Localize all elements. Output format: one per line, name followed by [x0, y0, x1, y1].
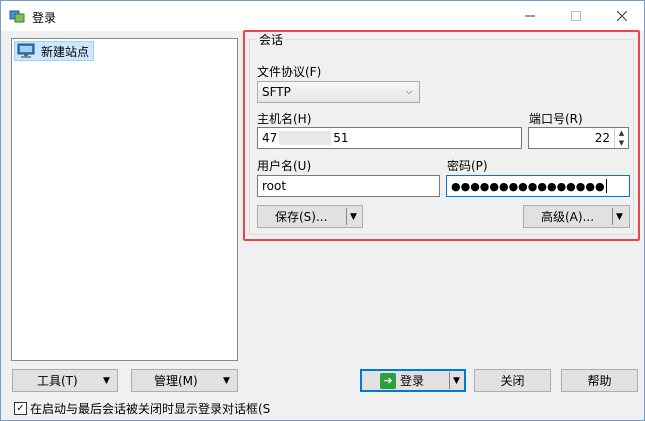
login-button[interactable]: ➔ 登录 ▼ — [360, 369, 466, 392]
split-separator — [346, 208, 347, 225]
title-bar: 登录 — [1, 1, 644, 31]
dropdown-arrow-icon[interactable]: ▼ — [616, 212, 623, 222]
port-spinner[interactable]: 22 ▲ ▼ — [528, 127, 629, 149]
winscp-app-icon — [9, 10, 25, 23]
host-value-suffix: 51 — [333, 131, 349, 145]
text-caret — [605, 179, 607, 193]
protocol-value: SFTP — [262, 85, 291, 99]
help-button[interactable]: 帮助 — [561, 369, 638, 392]
manage-button[interactable]: 管理(M) ▼ — [131, 369, 238, 392]
show-login-checkbox-row[interactable]: ✓ 在启动与最后会话被关闭时显示登录对话框(S — [14, 400, 270, 417]
save-button[interactable]: 保存(S)... ▼ — [257, 205, 363, 228]
spinner-arrows[interactable]: ▲ ▼ — [614, 128, 628, 148]
site-tree[interactable]: 新建站点 — [11, 38, 238, 361]
port-label: 端口号(R) — [529, 112, 583, 126]
login-arrow-icon: ➔ — [380, 372, 396, 389]
chevron-down-icon: ⌵ — [405, 87, 413, 97]
arrow-down-icon[interactable]: ▼ — [615, 138, 628, 148]
login-dialog: 登录 新建站点 会话 文件协议(F) SFTP ⌵ 主机名(H) 47 51 端… — [0, 0, 645, 421]
manage-label: 管理(M) — [154, 374, 198, 388]
password-input[interactable]: ●●●●●●●●●●●●●●●● — [446, 175, 630, 197]
close-button[interactable]: 关闭 — [474, 369, 551, 392]
username-value: root — [262, 179, 287, 193]
dropdown-arrow-icon[interactable]: ▼ — [223, 376, 230, 386]
password-value: ●●●●●●●●●●●●●●●● — [451, 179, 605, 193]
tools-label: 工具(T) — [37, 374, 78, 388]
dropdown-arrow-icon[interactable]: ▼ — [103, 376, 110, 386]
close-window-button[interactable] — [599, 1, 645, 31]
monitor-icon — [17, 43, 35, 58]
redacted-mask — [279, 131, 332, 145]
host-value-prefix: 47 — [262, 131, 278, 145]
maximize-button[interactable] — [553, 1, 599, 31]
tree-item-label: 新建站点 — [41, 44, 90, 59]
tools-button[interactable]: 工具(T) ▼ — [12, 369, 118, 392]
username-input[interactable]: root — [257, 175, 440, 197]
dropdown-arrow-icon[interactable]: ▼ — [453, 376, 460, 386]
port-value: 22 — [594, 131, 610, 145]
username-label: 用户名(U) — [257, 159, 312, 173]
session-group-title: 会话 — [257, 31, 286, 48]
login-label: 登录 — [400, 374, 425, 388]
minimize-button[interactable] — [507, 1, 553, 31]
advanced-label: 高级(A)... — [541, 210, 595, 224]
dropdown-arrow-icon[interactable]: ▼ — [350, 212, 357, 222]
split-separator — [612, 208, 613, 225]
advanced-button[interactable]: 高级(A)... ▼ — [523, 205, 630, 228]
password-label: 密码(P) — [447, 159, 488, 173]
close-label: 关闭 — [500, 374, 525, 388]
protocol-label: 文件协议(F) — [257, 65, 322, 79]
maximize-icon — [571, 11, 581, 21]
close-icon — [617, 11, 627, 21]
tree-item-new-site[interactable]: 新建站点 — [14, 41, 95, 61]
arrow-up-icon[interactable]: ▲ — [615, 128, 628, 138]
save-label: 保存(S)... — [275, 210, 328, 224]
show-login-checkbox-label: 在启动与最后会话被关闭时显示登录对话框(S — [30, 402, 271, 416]
protocol-select[interactable]: SFTP ⌵ — [257, 81, 420, 103]
host-label: 主机名(H) — [257, 112, 312, 126]
split-separator — [449, 372, 450, 389]
help-label: 帮助 — [587, 374, 612, 388]
show-login-checkbox[interactable]: ✓ — [14, 402, 27, 415]
host-input[interactable]: 47 51 — [257, 127, 522, 149]
minimize-icon — [525, 15, 535, 17]
window-title: 登录 — [32, 11, 57, 25]
